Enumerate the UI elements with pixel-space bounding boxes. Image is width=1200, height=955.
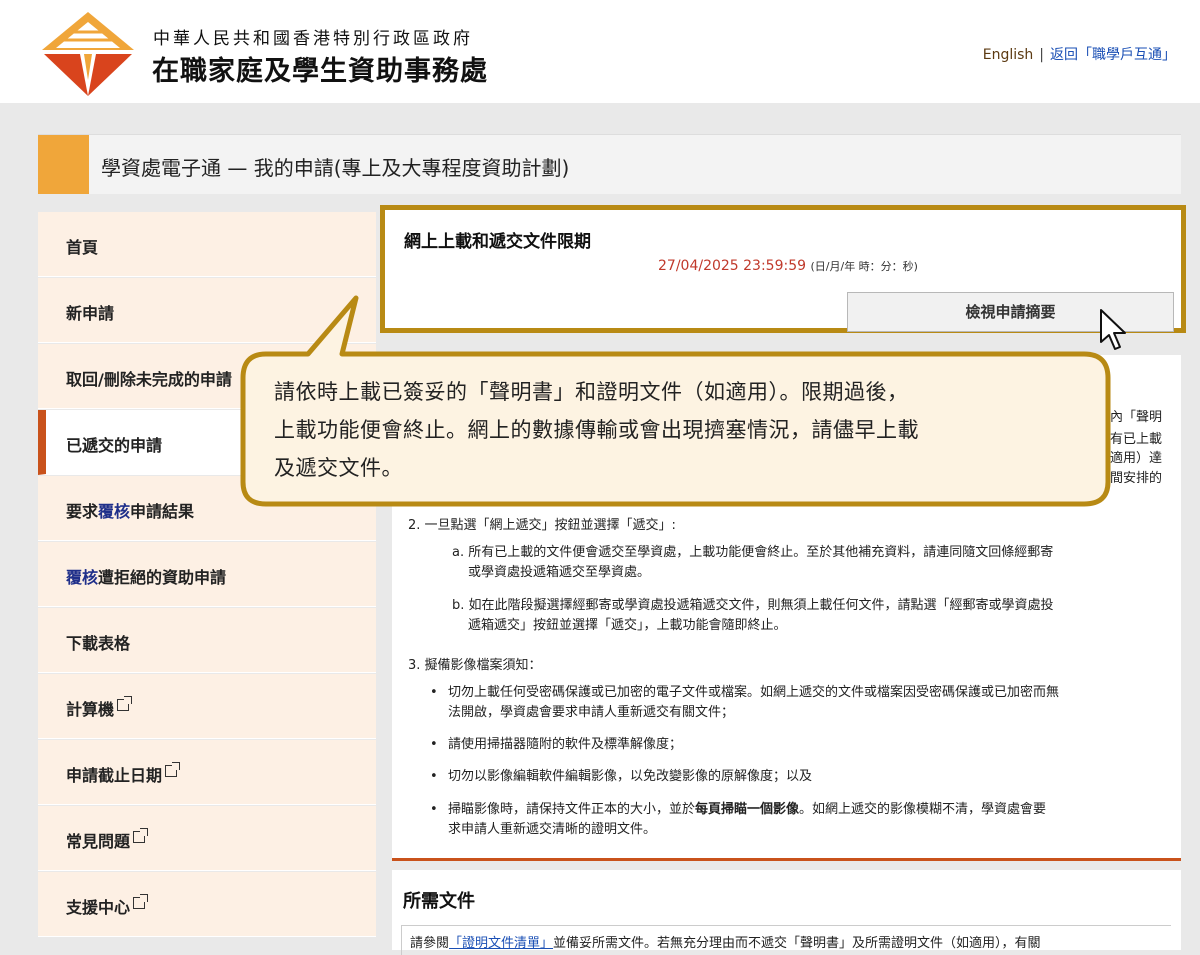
sidebar-item-support[interactable]: 支援中心 <box>38 872 376 937</box>
partial-text: 適用）達 <box>1110 451 1163 466</box>
external-link-icon <box>117 696 133 711</box>
english-link[interactable]: English <box>983 47 1034 63</box>
sidebar-item-label: 首頁 <box>66 238 99 257</box>
bullet-icon: • <box>430 802 438 817</box>
deadline-heading: 網上上載和遞交文件限期 <box>404 232 591 252</box>
sidebar-item-label: 新申請 <box>66 304 115 323</box>
site-header: 中華人民共和國香港特別行政區政府 在職家庭及學生資助事務處 English | 返回… <box>0 0 1200 103</box>
sidebar-item-label: 覆核遭拒絕的資助申請 <box>66 568 227 587</box>
link-separator: | <box>1039 47 1044 63</box>
document-list-link[interactable]: 「證明文件清單」 <box>449 936 553 951</box>
deadline-date: 27/04/2025 23:59:59 (日/月/年 時：分：秒) <box>658 258 918 274</box>
sidebar-item-label: 常見問題 <box>66 828 149 852</box>
header-links: English | 返回「職學戶互通」 <box>983 44 1176 64</box>
page-title-bar: 學資處電子通 — 我的申請(專上及大專程度資助計劃) <box>38 134 1181 194</box>
sidebar-item-home[interactable]: 首頁 <box>38 212 376 277</box>
external-link-icon <box>133 828 149 843</box>
required-documents-text: 請參閱「證明文件清單」並備妥所需文件。若無充分理由而不遞交「聲明書」及所需證明文… <box>401 925 1171 955</box>
instruction-item-2a-cont: 或學資處投遞箱遞交至學資處。 <box>468 565 651 580</box>
partial-text: 內「聲明 <box>1110 410 1163 425</box>
external-link-icon <box>133 894 149 909</box>
instruction-item-3-title: 3. 擬備影像檔案須知： <box>408 658 542 673</box>
org-name-agency: 在職家庭及學生資助事務處 <box>152 56 488 87</box>
bullet-icon: • <box>430 737 438 752</box>
sidebar-item-deadlines[interactable]: 申請截止日期 <box>38 740 376 805</box>
back-to-portal-link[interactable]: 返回「職學戶互通」 <box>1050 47 1176 63</box>
bullet-1: 切勿上載任何受密碼保護或已加密的電子文件或檔案。如網上遞交的文件或檔案因受密碼保… <box>448 685 1060 700</box>
partial-text: 有已上載 <box>1110 432 1163 447</box>
bullet-2: 請使用掃描器隨附的軟件及標準解像度； <box>448 737 683 752</box>
callout-message: 請依時上載已簽妥的「聲明書」和證明文件（如適用）。限期過後， 上載功能便會終止。… <box>274 380 919 480</box>
sidebar-item-label: 要求覆核申請結果 <box>66 502 195 521</box>
bullet-icon: • <box>430 685 438 700</box>
required-documents-heading: 所需文件 <box>403 891 475 912</box>
instruction-item-2b-cont: 遞箱遞交」按鈕並選擇「遞交」，上載功能會隨即終止。 <box>468 618 787 633</box>
sidebar-item-label: 已遞交的申請 <box>66 436 163 455</box>
sidebar-item-faq[interactable]: 常見問題 <box>38 806 376 871</box>
sidebar-item-download-forms[interactable]: 下載表格 <box>38 608 376 673</box>
sidebar-item-label: 支援中心 <box>66 894 149 918</box>
sidebar-item-label: 計算機 <box>66 696 133 720</box>
sidebar-item-calculator[interactable]: 計算機 <box>38 674 376 739</box>
sidebar-item-review-rejected[interactable]: 覆核遭拒絕的資助申請 <box>38 542 376 607</box>
instruction-item-2-title: 2. 一旦點選「網上遞交」按鈕並選擇「遞交」: <box>408 518 676 533</box>
org-name-government: 中華人民共和國香港特別行政區政府 <box>153 29 473 49</box>
wfsfaa-logo-icon <box>42 12 134 96</box>
bullet-4: 掃瞄影像時，請保持文件正本的大小，並於每頁掃瞄一個影像。如網上遞交的影像模糊不清… <box>448 802 1047 817</box>
bullet-icon: • <box>430 769 438 784</box>
page-title: 學資處電子通 — 我的申請(專上及大專程度資助計劃) <box>101 156 570 180</box>
bullet-3: 切勿以影像編輯軟件編輯影像，以免改變影像的原解像度；以及 <box>448 769 813 784</box>
title-accent <box>38 135 89 194</box>
sidebar-item-label: 申請截止日期 <box>66 762 181 786</box>
bullet-1-cont: 法開啟，學資處會要求申請人重新遞交有關文件； <box>448 705 735 720</box>
external-link-icon <box>165 762 181 777</box>
partial-text: 間安排的 <box>1110 471 1163 486</box>
instruction-item-2b: b. 如在此階段擬選擇經郵寄或學資處投遞箱遞交文件，則無須上載任何文件，請點選「… <box>452 598 1054 613</box>
bullet-4-cont: 求申請人重新遞交清晰的證明文件。 <box>448 822 657 837</box>
sidebar-item-label: 下載表格 <box>66 634 131 653</box>
sidebar-item-label: 取回/刪除未完成的申請 <box>66 370 232 389</box>
instruction-item-2a: a. 所有已上載的文件便會遞交至學資處，上載功能便會終止。至於其他補充資料，請連… <box>452 545 1054 560</box>
required-documents-panel: 所需文件 請參閱「證明文件清單」並備妥所需文件。若無充分理由而不遞交「聲明書」及… <box>392 870 1181 955</box>
